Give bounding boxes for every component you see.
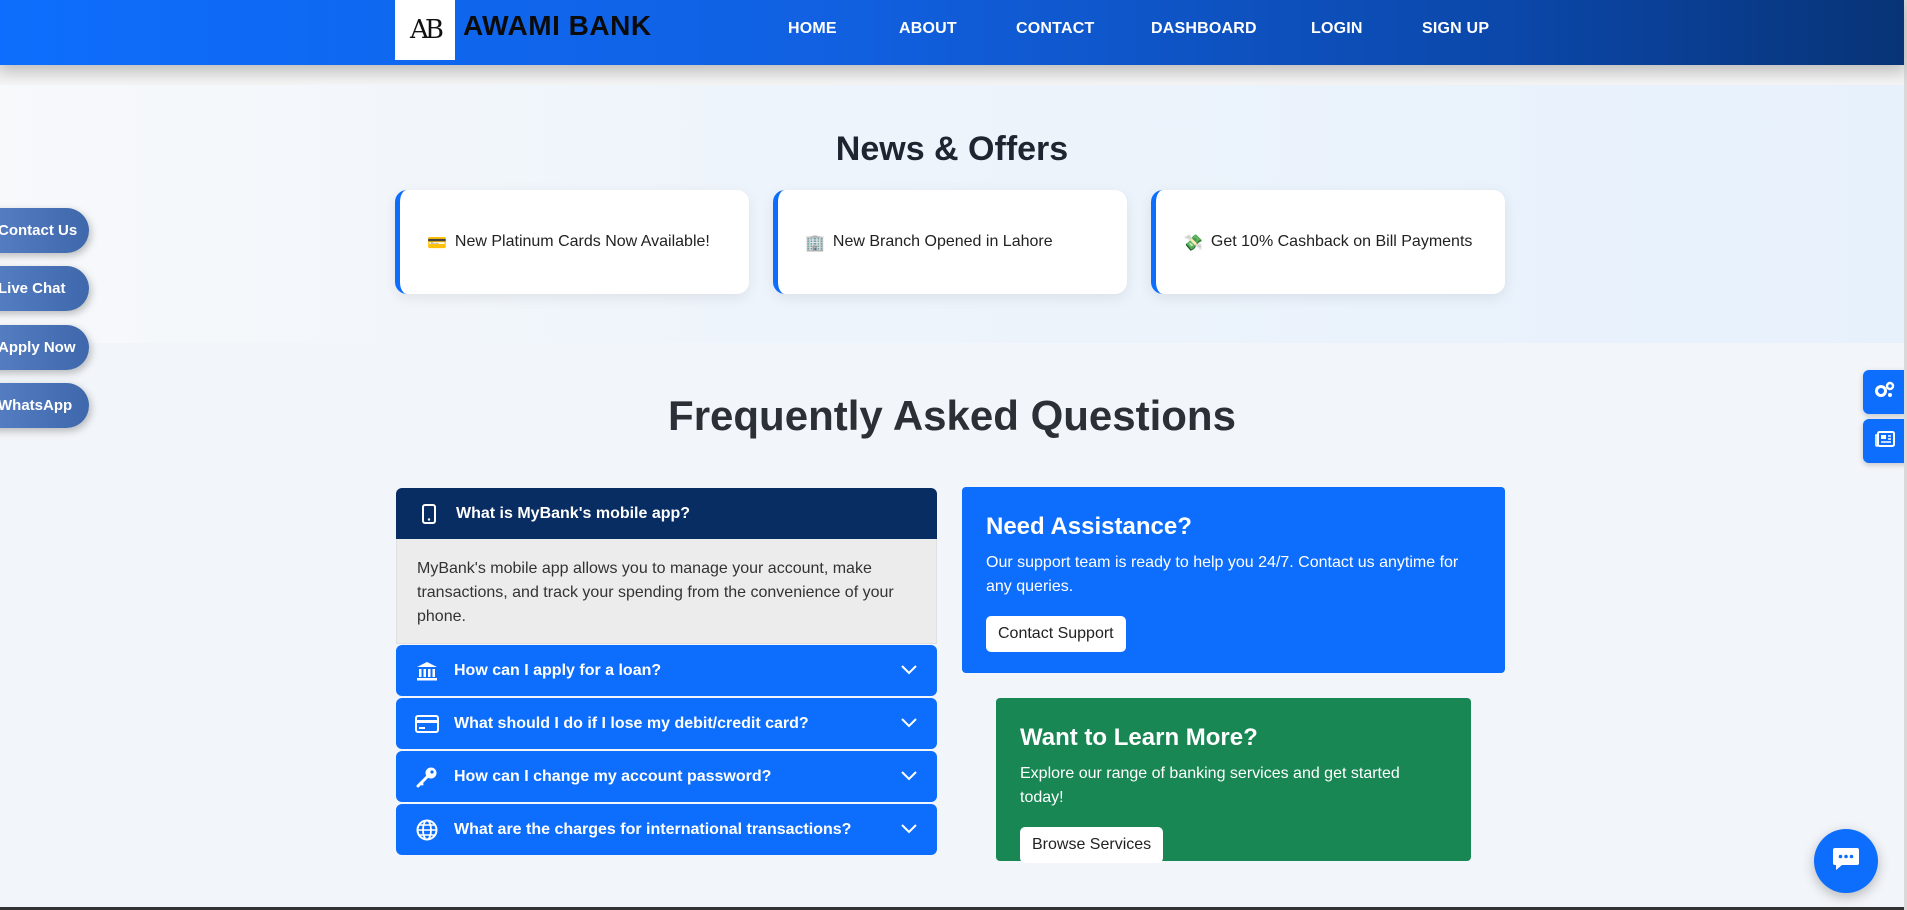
building-icon: 🏢 <box>805 232 825 252</box>
nav-home[interactable]: HOME <box>788 20 837 38</box>
credit-card-icon <box>414 711 440 737</box>
contact-support-button[interactable]: Contact Support <box>986 616 1126 652</box>
faq-question-text: How can I apply for a loan? <box>454 661 662 679</box>
faq-question-open[interactable]: What is MyBank's mobile app? <box>396 488 937 539</box>
nav-login[interactable]: LOGIN <box>1311 20 1363 38</box>
chat-button[interactable] <box>1814 829 1878 893</box>
news-card-text: New Branch Opened in Lahore <box>832 233 1053 250</box>
nav-contact[interactable]: CONTACT <box>1016 20 1094 38</box>
header-shadow-band <box>0 65 1904 85</box>
chat-icon <box>1832 846 1860 877</box>
mobile-phone-icon <box>416 501 442 527</box>
settings-tab[interactable] <box>1863 370 1907 414</box>
assist-text: Our support team is ready to help you 24… <box>986 554 1459 595</box>
faq-title: Frequently Asked Questions <box>668 392 1236 439</box>
news-card[interactable]: 💸 Get 10% Cashback on Bill Payments <box>1151 190 1505 294</box>
need-assistance-card: Need Assistance? Our support team is rea… <box>962 487 1505 673</box>
news-card-text: Get 10% Cashback on Bill Payments <box>1210 233 1473 250</box>
bank-icon <box>414 658 440 684</box>
key-icon <box>414 764 440 790</box>
faq-question-text: What is MyBank's mobile app? <box>456 504 691 522</box>
logo-mark: AB <box>410 15 444 45</box>
brand-name[interactable]: AWAMI BANK <box>463 10 652 42</box>
faq-answer: MyBank's mobile app allows you to manage… <box>396 539 937 644</box>
newspaper-icon <box>1875 430 1895 452</box>
chevron-down-icon <box>901 821 917 839</box>
globe-icon <box>414 817 440 843</box>
news-card[interactable]: 🏢 New Branch Opened in Lahore <box>773 190 1127 294</box>
contact-us-button[interactable]: Contact Us <box>0 208 89 253</box>
gears-icon <box>1874 381 1896 404</box>
browse-services-button[interactable]: Browse Services <box>1020 827 1164 863</box>
faq-question[interactable]: What should I do if I lose my debit/cred… <box>396 698 937 749</box>
assist-title: Need Assistance? <box>986 513 1192 540</box>
live-chat-button[interactable]: Live Chat <box>0 266 89 311</box>
nav-dashboard[interactable]: DASHBOARD <box>1151 20 1257 38</box>
apply-now-button[interactable]: Apply Now <box>0 325 89 370</box>
faq-question-text: How can I change my account password? <box>454 767 772 785</box>
learn-more-card: Want to Learn More? Explore our range of… <box>996 698 1471 863</box>
news-card-text: New Platinum Cards Now Available! <box>454 233 710 250</box>
news-title: News & Offers <box>835 130 1069 168</box>
credit-card-icon: 💳 <box>427 232 447 252</box>
learn-title: Want to Learn More? <box>1020 724 1258 751</box>
chevron-down-icon <box>901 715 917 733</box>
nav-signup[interactable]: SIGN UP <box>1422 20 1489 38</box>
whatsapp-button[interactable]: WhatsApp <box>0 383 89 428</box>
chevron-down-icon <box>901 662 917 680</box>
logo[interactable]: AB <box>395 0 455 60</box>
faq-question[interactable]: How can I change my account password? <box>396 751 937 802</box>
faq-question-text: What are the charges for international t… <box>454 820 852 838</box>
faq-question[interactable]: What are the charges for international t… <box>396 804 937 855</box>
news-tab[interactable] <box>1863 419 1907 463</box>
chevron-down-icon <box>901 768 917 786</box>
learn-text: Explore our range of banking services an… <box>1020 765 1400 806</box>
faq-question[interactable]: How can I apply for a loan? <box>396 645 937 696</box>
navbar: AB AWAMI BANK HOME ABOUT CONTACT DASHBOA… <box>0 0 1904 65</box>
money-icon: 💸 <box>1183 232 1203 252</box>
news-card[interactable]: 💳 New Platinum Cards Now Available! <box>395 190 749 294</box>
faq-question-text: What should I do if I lose my debit/cred… <box>454 714 809 732</box>
nav-about[interactable]: ABOUT <box>899 20 957 38</box>
